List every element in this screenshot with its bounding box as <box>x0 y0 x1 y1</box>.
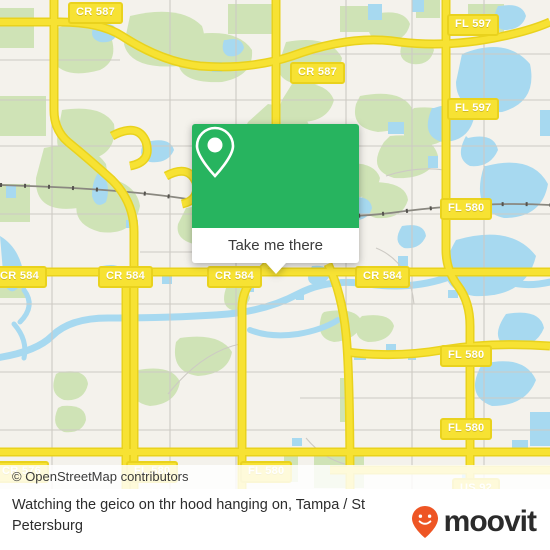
moovit-map-screenshot: CR 587 CR 587 FL 597 FL 597 FL 580 CR 584 CR 5… <box>0 0 550 550</box>
moovit-pin-smiley-icon <box>411 506 438 538</box>
road-shield: FL 580 <box>440 198 493 220</box>
moovit-wordmark: moovit <box>443 505 537 538</box>
road-shield: CR 584 <box>98 266 154 288</box>
attribution-text: © OpenStreetMap contributors <box>12 469 189 484</box>
location-title: Watching the geico on thr hood hanging o… <box>12 497 366 534</box>
popup-card-tail <box>265 263 286 274</box>
take-me-there-label: Take me there <box>227 237 324 254</box>
road-shield: FL 597 <box>447 14 500 36</box>
road-shield: CR 587 <box>68 2 124 24</box>
road-shield: FL 580 <box>440 345 493 367</box>
road-shield: CR 584 <box>0 266 48 288</box>
map-attribution-bar: © OpenStreetMap contributors <box>0 465 550 489</box>
location-popup-card[interactable]: Take me there <box>192 124 359 274</box>
popup-card-header <box>192 124 359 228</box>
road-shield: CR 587 <box>290 62 346 84</box>
road-shield: CR 584 <box>207 266 263 288</box>
map-pin-icon <box>195 126 235 178</box>
map-canvas[interactable]: CR 587 CR 587 FL 597 FL 597 FL 580 CR 584 CR 5… <box>0 0 550 489</box>
road-shield: CR 584 <box>355 266 411 288</box>
road-shield: FL 597 <box>447 98 500 120</box>
road-shield: FL 580 <box>440 418 493 440</box>
footer-bar: Watching the geico on thr hood hanging o… <box>0 489 550 550</box>
moovit-logo[interactable]: moovit <box>410 505 537 539</box>
take-me-there-button[interactable]: Take me there <box>192 228 359 263</box>
